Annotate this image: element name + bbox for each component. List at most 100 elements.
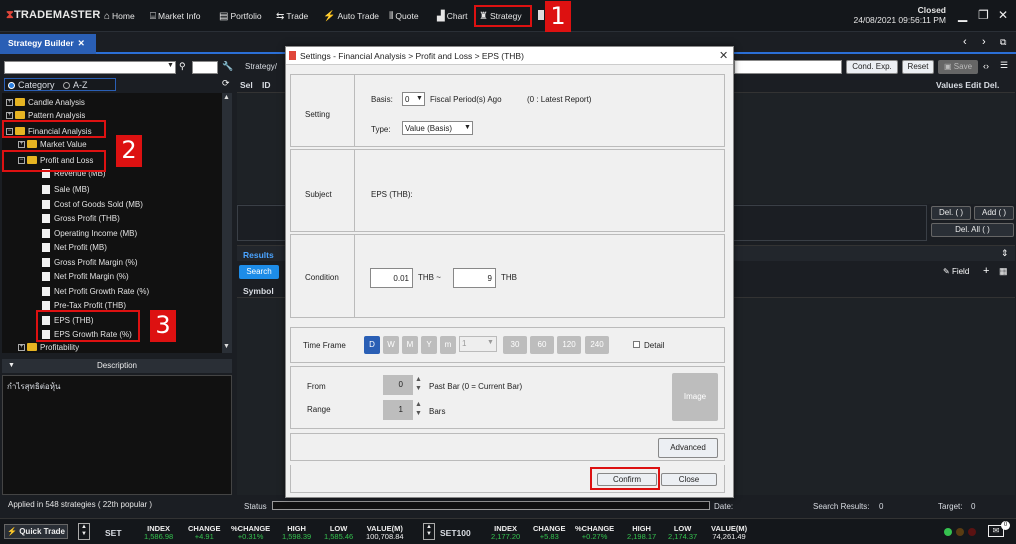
tab-next-icon[interactable]: › [982,36,986,48]
reset-button[interactable]: Reset [902,60,934,74]
condition-from-input[interactable]: 0.01 [370,268,413,288]
basis-select[interactable]: 0 ▼ [402,92,425,106]
menu-icon[interactable]: ☰ [1000,60,1008,71]
refresh-icon[interactable]: ⟳ [222,78,230,89]
from-stepper[interactable]: 0 [383,375,413,395]
category-select[interactable]: ▼ [4,61,176,74]
expand-icon[interactable]: + [6,98,13,106]
set100-stepper-icon[interactable]: ▲ ▼ [423,523,435,540]
expand-results-icon[interactable]: ⇕ [1001,248,1009,259]
fiscal-text: Fiscal Period(s) Ago [430,95,502,104]
nav-home[interactable]: ⌂ Home [104,6,135,26]
tf-minute-select[interactable]: 1 ▼ [459,336,497,352]
add-field-icon[interactable]: + [983,265,989,277]
range-stepper[interactable]: 1 [383,400,413,420]
tf-year-button[interactable]: Y [421,336,437,354]
dialog-title-bar: Settings - Financial Analysis > Profit a… [286,47,733,65]
field-button[interactable]: ✎ Field [943,267,969,276]
tf-month-button[interactable]: M [402,336,418,354]
scroll-up-icon[interactable]: ▲ [223,94,230,101]
nav-portfolio[interactable]: ▤ Portfolio [219,6,262,26]
delete-all-button[interactable]: Del. All ( ) [931,223,1014,237]
set100-pchange: %CHANGE +0.27% [575,524,615,541]
minimize-icon[interactable]: ▁ [958,8,967,22]
tree-item-gross-profit-margin[interactable]: Gross Profit Margin (%) [42,255,138,269]
search-button[interactable]: Search [239,265,279,279]
scroll-down-icon[interactable]: ▼ [223,343,230,350]
set100-index: INDEX 2,177.20 [491,524,521,541]
subject-value: EPS (THB): [371,190,413,199]
tf-week-button[interactable]: W [383,336,399,354]
tree-item-pattern-analysis[interactable]: + Pattern Analysis [6,110,85,120]
nav-market-info[interactable]: ⌸ Market Info [150,6,201,26]
tree-item-net-profit-margin[interactable]: Net Profit Margin (%) [42,269,129,283]
close-tab-icon[interactable]: ✕ [78,38,85,48]
strategy-name-input[interactable] [734,60,842,74]
code-icon[interactable]: ‹› [983,61,989,71]
expand-icon[interactable]: + [6,111,13,119]
tree-item-cogs[interactable]: Cost of Goods Sold (MB) [42,197,143,211]
nav-quote[interactable]: ⦀ Quote [389,6,419,26]
bars-text: Bars [429,407,446,416]
home-icon: ⌂ [104,10,111,22]
tf-120-button[interactable]: 120 [557,336,581,354]
search-icon[interactable]: ⚲ [179,61,186,72]
tree-item-sale[interactable]: Sale (MB) [42,182,90,196]
set-name: SET [105,528,122,538]
expand-icon[interactable]: + [18,140,25,148]
tree-item-net-profit-growth[interactable]: Net Profit Growth Rate (%) [42,284,149,298]
set100-low: LOW 2,174.37 [668,524,698,541]
tf-day-button[interactable]: D [364,336,380,354]
restore-panel-icon[interactable]: ⧉ [1000,37,1006,48]
close-button[interactable]: Close [661,473,717,486]
mode-az[interactable]: A-Z [63,80,88,90]
quick-trade-button[interactable]: ⚡ Quick Trade [4,524,68,539]
tree-scrollbar[interactable]: ▲ ▼ [222,93,232,353]
strategy-label: Strategy/ [245,62,278,71]
tab-strategy-builder[interactable]: Strategy Builder ✕ [0,34,96,54]
nav-strategy[interactable]: ♜ Strategy [474,5,532,27]
range-stepper-arrows-icon[interactable]: ▲ ▼ [415,400,422,418]
nav-trade[interactable]: ⇆ Trade [276,6,308,26]
expand-icon[interactable]: + [18,343,25,351]
cond-exp-button[interactable]: Cond. Exp. [846,60,898,74]
set100-change: CHANGE +5.83 [533,524,566,541]
from-stepper-arrows-icon[interactable]: ▲ ▼ [415,375,422,393]
set-stepper-icon[interactable]: ▲ ▼ [78,523,90,540]
image-button[interactable]: Image [672,373,718,421]
more-icon[interactable] [538,10,544,20]
tree-item-gross-profit[interactable]: Gross Profit (THB) [42,211,120,225]
tree-item-profitability[interactable]: + Profitability [18,342,79,352]
tree-item-market-value[interactable]: + Market Value [18,139,87,149]
grid-icon[interactable]: ▦ [999,266,1008,277]
condition-to-input[interactable]: 9 [453,268,496,288]
type-select[interactable]: Value (Basis) ▼ [402,121,473,135]
tree-item-candle-analysis[interactable]: + Candle Analysis [6,95,85,109]
description-header[interactable]: ▼ Description [2,359,232,373]
tab-prev-icon[interactable]: ‹ [963,36,967,48]
detail-checkbox[interactable] [633,341,640,348]
delete-one-button[interactable]: Del. ( ) [931,206,971,220]
document-icon [42,300,50,310]
add-one-button[interactable]: Add ( ) [974,206,1014,220]
condition-mid-text: THB ~ [418,273,441,282]
settings-dialog: Settings - Financial Analysis > Profit a… [285,46,734,498]
nav-auto-trade[interactable]: ⚡ Auto Trade [323,6,379,26]
status-green-icon [944,528,952,536]
close-window-icon[interactable]: ✕ [998,8,1008,22]
tf-60-button[interactable]: 60 [530,336,554,354]
tf-240-button[interactable]: 240 [585,336,609,354]
mode-category[interactable]: Category [8,80,55,90]
advanced-button[interactable]: Advanced [658,438,718,458]
dialog-close-icon[interactable]: ✕ [719,49,728,62]
tf-30-button[interactable]: 30 [503,336,527,354]
search-input[interactable] [192,61,218,74]
save-button[interactable]: ▣ Save [938,60,978,74]
tf-minute-button[interactable]: m [440,336,456,354]
tree-item-net-profit[interactable]: Net Profit (MB) [42,240,107,254]
nav-chart[interactable]: ▟ Chart [437,6,468,26]
wrench-icon[interactable]: 🔧 [222,61,233,72]
maximize-icon[interactable]: ❐ [978,8,989,22]
folder-icon [27,343,37,351]
tree-item-operating-income[interactable]: Operating Income (MB) [42,226,137,240]
